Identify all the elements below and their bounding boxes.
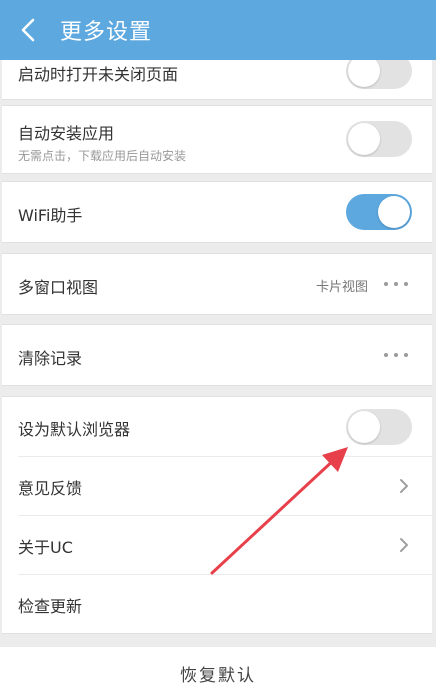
multi-window-label: 多窗口视图 bbox=[18, 278, 99, 297]
about-label: 关于UC bbox=[18, 538, 73, 557]
setting-row-multi-window[interactable]: 多窗口视图 卡片视图 bbox=[2, 254, 432, 314]
auto-install-subtitle: 无需点击，下载应用后自动安装 bbox=[18, 149, 187, 163]
feedback-label: 意见反馈 bbox=[18, 479, 83, 498]
multi-window-value: 卡片视图 bbox=[315, 280, 368, 295]
card-misc: 设为默认浏览器 意见反馈 关于UC 检查更新 bbox=[2, 396, 432, 634]
setting-row-check-update[interactable]: 检查更新 bbox=[2, 575, 432, 633]
chevron-right-icon bbox=[400, 479, 408, 493]
setting-row-wifi-assistant[interactable]: WiFi助手 bbox=[2, 182, 432, 242]
wifi-assistant-label: WiFi助手 bbox=[18, 206, 83, 225]
setting-row-default-browser[interactable]: 设为默认浏览器 bbox=[2, 397, 432, 456]
default-browser-toggle[interactable] bbox=[346, 409, 412, 445]
wifi-assistant-toggle[interactable] bbox=[346, 194, 412, 230]
chevron-left-icon bbox=[21, 18, 35, 42]
more-dots-icon[interactable] bbox=[384, 352, 408, 358]
toggle-knob bbox=[348, 411, 380, 443]
auto-install-toggle[interactable] bbox=[346, 121, 412, 157]
toggle-knob bbox=[378, 196, 410, 228]
more-dots-icon[interactable] bbox=[384, 281, 408, 287]
chevron-right-icon bbox=[400, 538, 408, 552]
back-button[interactable] bbox=[0, 0, 56, 60]
page-title: 更多设置 bbox=[60, 20, 153, 45]
setting-row-clear-history[interactable]: 清除记录 bbox=[2, 325, 432, 385]
card-auto-install: 自动安装应用 无需点击，下载应用后自动安装 bbox=[2, 105, 432, 174]
check-update-label: 检查更新 bbox=[18, 597, 83, 616]
clear-history-label: 清除记录 bbox=[18, 349, 83, 368]
card-clear-history: 清除记录 bbox=[2, 324, 432, 386]
top-bar: 更多设置 bbox=[0, 0, 436, 60]
setting-row-about[interactable]: 关于UC bbox=[2, 516, 432, 574]
setting-row-auto-install[interactable]: 自动安装应用 无需点击，下载应用后自动安装 bbox=[2, 106, 432, 173]
toggle-knob bbox=[348, 123, 380, 155]
card-multi-window: 多窗口视图 卡片视图 bbox=[2, 253, 432, 315]
restore-default-label: 恢复默认 bbox=[180, 666, 256, 686]
setting-row-feedback[interactable]: 意见反馈 bbox=[2, 457, 432, 515]
auto-install-label: 自动安装应用 bbox=[18, 124, 115, 143]
restore-default-button[interactable]: 恢复默认 bbox=[0, 647, 436, 687]
card-wifi: WiFi助手 bbox=[2, 181, 432, 243]
open-unclosed-pages-label: 启动时打开未关闭页面 bbox=[18, 65, 179, 84]
default-browser-label: 设为默认浏览器 bbox=[18, 420, 131, 439]
